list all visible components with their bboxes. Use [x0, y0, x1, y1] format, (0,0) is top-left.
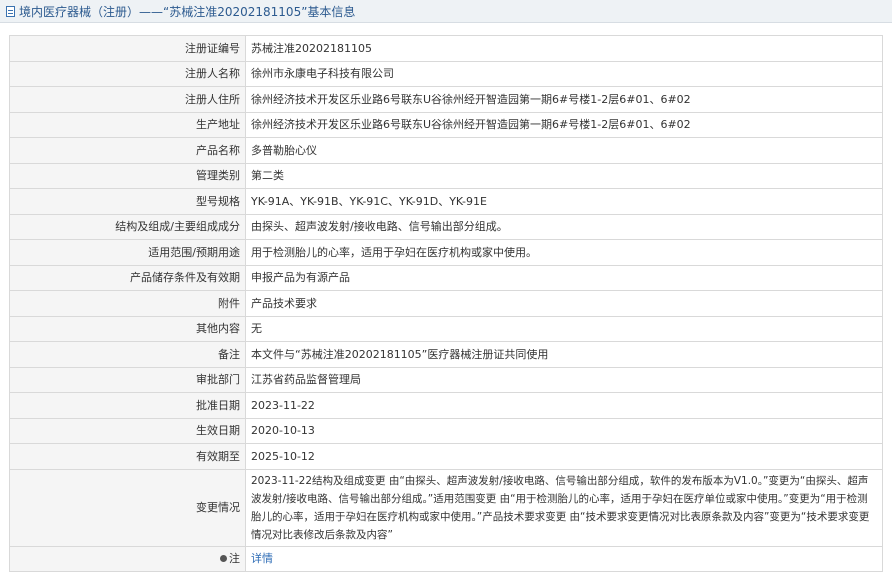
row-label: 有效期至 [9, 443, 246, 470]
row-value: 多普勒胎心仪 [245, 137, 883, 164]
table-row: 产品储存条件及有效期 申报产品为有源产品 [9, 264, 883, 291]
row-label: 适用范围/预期用途 [9, 239, 246, 266]
row-label: 注册证编号 [9, 35, 246, 62]
table-row: 注 详情 [9, 545, 883, 572]
row-label: 产品储存条件及有效期 [9, 264, 246, 291]
row-label: 变更情况 [9, 468, 246, 547]
row-value: 徐州市永康电子科技有限公司 [245, 60, 883, 87]
row-value: 用于检测胎儿的心率，适用于孕妇在医疗机构或家中使用。 [245, 239, 883, 266]
row-label: 注册人住所 [9, 86, 246, 113]
row-label: 型号规格 [9, 188, 246, 215]
table-row: 适用范围/预期用途 用于检测胎儿的心率，适用于孕妇在医疗机构或家中使用。 [9, 239, 883, 266]
row-label: 管理类别 [9, 162, 246, 189]
change-history-text: 2023-11-22结构及组成变更 由“由探头、超声波发射/接收电路、信号输出部… [245, 468, 883, 547]
row-label: 其他内容 [9, 315, 246, 342]
table-row: 审批部门 江苏省药品监督管理局 [9, 366, 883, 393]
page-title: 境内医疗器械（注册）——“苏械注准20202181105”基本信息 [19, 4, 356, 19]
note-label: 注 [229, 552, 240, 566]
row-value: 2020-10-13 [245, 417, 883, 444]
row-value: 第二类 [245, 162, 883, 189]
row-value: 产品技术要求 [245, 290, 883, 317]
row-value: YK-91A、YK-91B、YK-91C、YK-91D、YK-91E [245, 188, 883, 215]
row-label: 备注 [9, 341, 246, 368]
row-label: 附件 [9, 290, 246, 317]
row-value: 2023-11-22 [245, 392, 883, 419]
table-row: 注册人住所 徐州经济技术开发区乐业路6号联东U谷徐州经开智造园第一期6#号楼1-… [9, 86, 883, 113]
row-label: 批准日期 [9, 392, 246, 419]
table-row: 附件 产品技术要求 [9, 290, 883, 317]
table-row: 型号规格 YK-91A、YK-91B、YK-91C、YK-91D、YK-91E [9, 188, 883, 215]
table-row: 注册证编号 苏械注准20202181105 [9, 35, 883, 62]
table-row: 备注 本文件与“苏械注准20202181105”医疗器械注册证共同使用 [9, 341, 883, 368]
row-value: 2025-10-12 [245, 443, 883, 470]
table-row: 其他内容 无 [9, 315, 883, 342]
detail-link[interactable]: 详情 [251, 552, 273, 565]
table-row: 管理类别 第二类 [9, 162, 883, 189]
note-label-cell: 注 [9, 545, 246, 572]
note-value-cell: 详情 [245, 545, 883, 572]
table-row: 结构及组成/主要组成成分 由探头、超声波发射/接收电路、信号输出部分组成。 [9, 213, 883, 240]
row-label: 生效日期 [9, 417, 246, 444]
row-value: 徐州经济技术开发区乐业路6号联东U谷徐州经开智造园第一期6#号楼1-2层6#01… [245, 111, 883, 138]
document-icon [6, 5, 15, 17]
row-value: 本文件与“苏械注准20202181105”医疗器械注册证共同使用 [245, 341, 883, 368]
row-value: 江苏省药品监督管理局 [245, 366, 883, 393]
table-row: 生效日期 2020-10-13 [9, 417, 883, 444]
page-header: 境内医疗器械（注册）——“苏械注准20202181105”基本信息 [0, 0, 892, 23]
table-row: 注册人名称 徐州市永康电子科技有限公司 [9, 60, 883, 87]
row-label: 审批部门 [9, 366, 246, 393]
basic-info-table: 注册证编号 苏械注准20202181105 注册人名称 徐州市永康电子科技有限公… [9, 35, 883, 572]
table-row: 产品名称 多普勒胎心仪 [9, 137, 883, 164]
table-row: 变更情况 2023-11-22结构及组成变更 由“由探头、超声波发射/接收电路、… [9, 468, 883, 547]
row-value: 苏械注准20202181105 [245, 35, 883, 62]
row-value: 徐州经济技术开发区乐业路6号联东U谷徐州经开智造园第一期6#号楼1-2层6#01… [245, 86, 883, 113]
row-value: 申报产品为有源产品 [245, 264, 883, 291]
row-label: 产品名称 [9, 137, 246, 164]
row-label: 注册人名称 [9, 60, 246, 87]
pin-icon [220, 555, 227, 563]
row-label: 生产地址 [9, 111, 246, 138]
row-value: 由探头、超声波发射/接收电路、信号输出部分组成。 [245, 213, 883, 240]
row-label: 结构及组成/主要组成成分 [9, 213, 246, 240]
row-value: 无 [245, 315, 883, 342]
table-row: 批准日期 2023-11-22 [9, 392, 883, 419]
table-row: 有效期至 2025-10-12 [9, 443, 883, 470]
table-row: 生产地址 徐州经济技术开发区乐业路6号联东U谷徐州经开智造园第一期6#号楼1-2… [9, 111, 883, 138]
